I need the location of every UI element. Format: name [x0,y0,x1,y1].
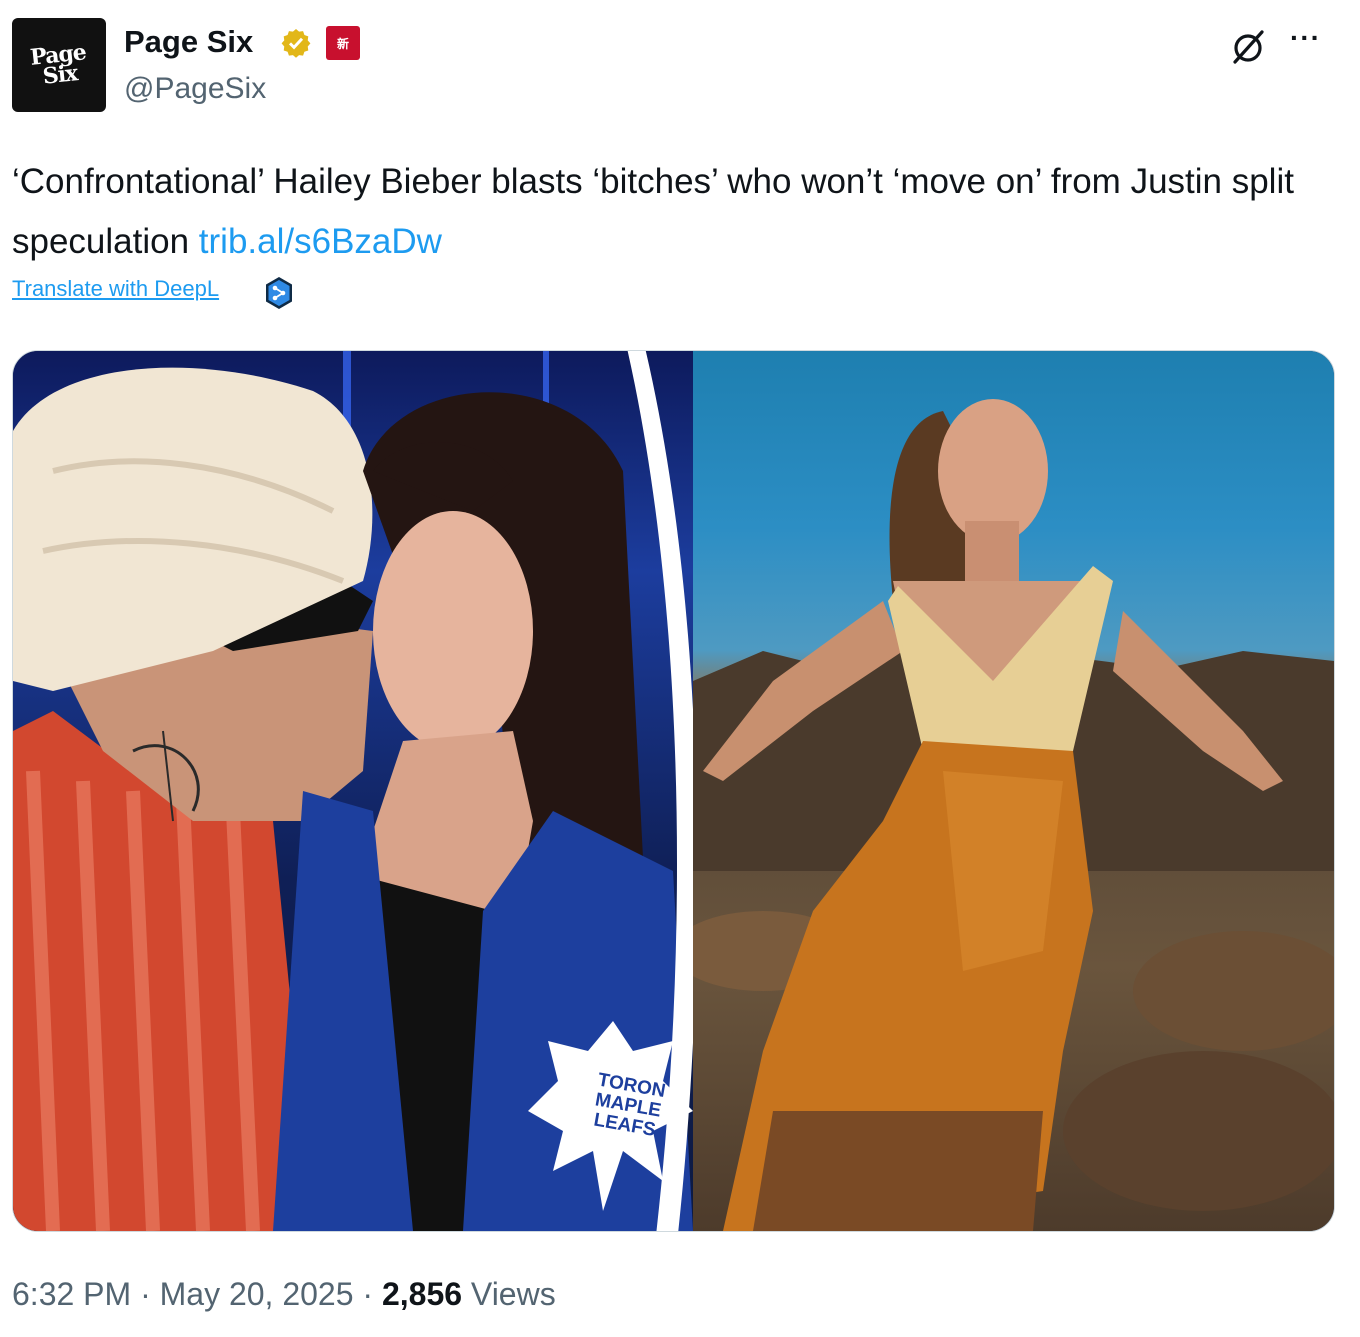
photo-right[interactable] [643,351,1334,1231]
tweet-date[interactable]: May 20, 2025 [160,1276,354,1312]
photo-divider [627,351,693,1231]
media-container[interactable]: TORON MAPLE LEAFS [12,350,1335,1232]
deepl-icon[interactable] [264,276,294,310]
meta-separator: · [362,1276,374,1312]
views-count: 2,856 [381,1276,463,1312]
verified-badge-icon [281,29,311,58]
photo-left[interactable]: TORON MAPLE LEAFS [13,351,693,1231]
affiliate-badge[interactable]: 新 [326,26,360,60]
translate-link[interactable]: Translate with DeepL [12,276,219,302]
avatar[interactable]: Page Six [12,18,106,112]
tweet-time[interactable]: 6:32 PM [12,1276,131,1312]
views-label: Views [470,1276,556,1312]
tweet-meta: 6:32 PM · May 20, 2025 · 2,856 Views [12,1276,556,1313]
more-options-icon[interactable]: ··· [1290,22,1321,54]
display-name[interactable]: Page Six [124,24,253,60]
grok-icon[interactable] [1228,26,1268,66]
tweet-text: ‘Confrontational’ Hailey Bieber blasts ‘… [12,152,1342,272]
handle[interactable]: @PageSix [124,72,266,106]
tweet-link[interactable]: trib.al/s6BzaDw [199,222,442,261]
meta-separator: · [140,1276,151,1312]
avatar-logo-text: Page Six [28,39,87,90]
